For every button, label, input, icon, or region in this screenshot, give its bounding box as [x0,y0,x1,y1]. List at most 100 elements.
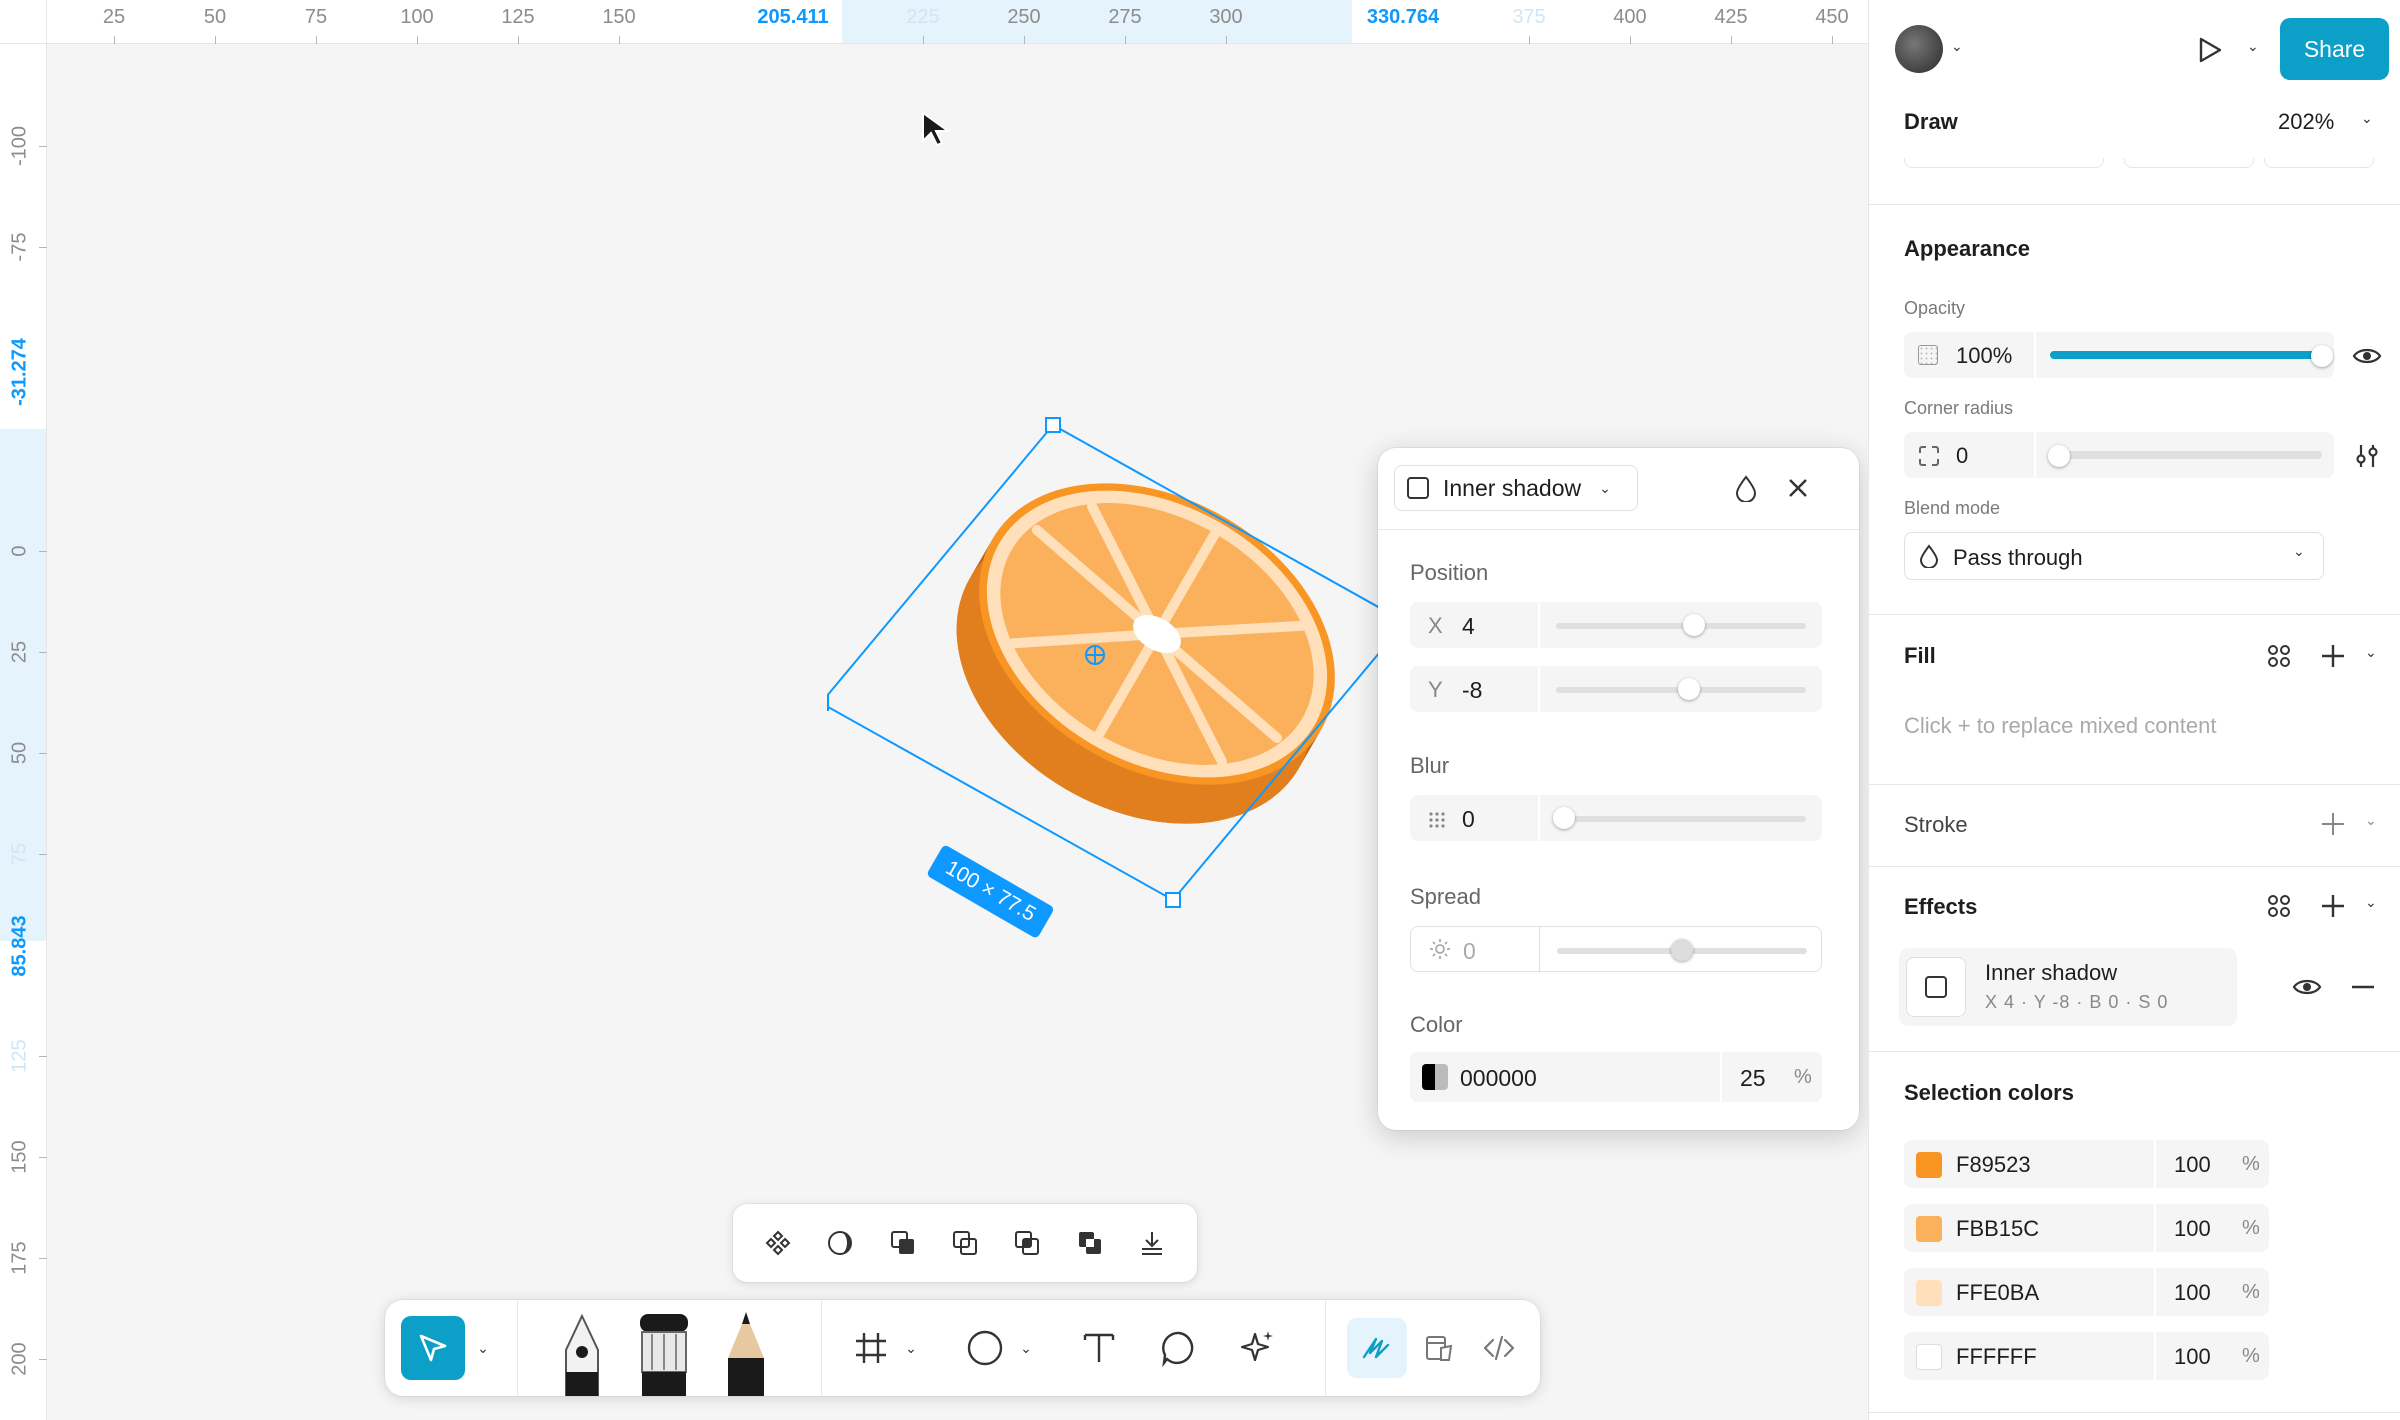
resize-handle-bottom[interactable] [1165,892,1181,908]
comment-tool-button[interactable] [1153,1322,1205,1374]
draw-mode-button[interactable] [1347,1318,1407,1378]
opacity-field[interactable]: 100% [1904,332,2334,378]
opacity-slider-track[interactable] [2050,351,2322,359]
flatten-button[interactable] [1129,1220,1175,1266]
chevron-down-icon[interactable]: ⌄ [899,1336,923,1360]
ruler-tick-label: 125 [8,1039,31,1073]
opacity-slider-knob[interactable] [2311,345,2333,367]
intersect-button[interactable] [1004,1220,1050,1266]
color-swatch[interactable] [1422,1064,1448,1090]
add-effect-button[interactable] [2315,888,2351,924]
color-hex-value[interactable]: FFFFFF [1956,1344,2037,1370]
create-component-button[interactable] [755,1220,801,1266]
present-play-button[interactable] [2189,30,2229,70]
selection-bounding-box[interactable] [827,410,1447,1010]
corner-radius-value[interactable]: 0 [1956,443,1968,469]
color-hex-value[interactable]: F89523 [1956,1152,2031,1178]
frame-tool-button[interactable] [847,1324,895,1372]
remove-effect-button[interactable] [2345,969,2381,1005]
shadow-color-field[interactable]: 000000 25 % [1410,1052,1822,1102]
effect-settings-button[interactable] [1906,957,1966,1017]
avatar[interactable] [1895,25,1943,73]
y-value[interactable]: -8 [1462,677,1482,704]
chevron-down-icon[interactable]: ⌄ [2365,894,2377,911]
blur-field[interactable]: 0 [1410,795,1822,841]
color-swatch[interactable] [1916,1280,1942,1306]
x-slider-knob[interactable] [1682,614,1705,636]
sliders-icon [2356,445,2378,467]
corner-radius-slider-track[interactable] [2050,451,2322,459]
y-slider-knob[interactable] [1677,678,1700,700]
effect-type-label: Inner shadow [1443,474,1582,501]
opacity-value[interactable]: 100% [1956,343,2012,369]
color-opacity-value[interactable]: 100 [2174,1344,2211,1370]
color-swatch[interactable] [1916,1216,1942,1242]
spread-value[interactable]: 0 [1463,938,1476,965]
color-hex-value[interactable]: FFE0BA [1956,1280,2039,1306]
exclude-icon [1078,1232,1101,1254]
exclude-button[interactable] [1067,1220,1113,1266]
chevron-down-icon[interactable]: ⌄ [2361,110,2373,127]
spread-slider-knob[interactable] [1671,939,1693,961]
blur-value[interactable]: 0 [1462,806,1475,833]
selection-color-row[interactable]: F89523 100 % [1904,1140,2269,1188]
ruler-tick-label: 175 [8,1241,31,1275]
fill-styles-button[interactable] [2261,638,2297,674]
color-opacity-value[interactable]: 100 [2174,1280,2211,1306]
add-fill-button[interactable] [2315,638,2351,674]
selection-color-row[interactable]: FFFFFF 100 % [1904,1332,2269,1380]
spread-field[interactable]: 0 [1410,926,1822,973]
color-opacity-value[interactable]: 100 [2174,1152,2211,1178]
corner-radius-field[interactable]: 0 [1904,432,2334,478]
x-value[interactable]: 4 [1462,613,1475,640]
x-offset-field[interactable]: X 4 [1410,602,1822,648]
mask-button[interactable] [817,1220,863,1266]
pencil-tool-button[interactable] [715,1310,777,1396]
blend-mode-dropdown[interactable]: Pass through ⌄ [1904,532,2324,580]
zoom-level[interactable]: 202% [2278,109,2334,135]
text-tool-button[interactable] [1073,1322,1125,1374]
chevron-down-icon[interactable]: ⌄ [1014,1336,1038,1360]
ai-actions-button[interactable] [1231,1322,1283,1374]
chevron-down-icon[interactable]: ⌄ [1951,38,1963,55]
brush-tool-button[interactable] [633,1310,695,1396]
corner-radius-slider-knob[interactable] [2048,445,2070,467]
effect-visibility-toggle[interactable] [2289,969,2325,1005]
blend-mode-drop-icon[interactable] [1728,470,1764,506]
independent-corners-button[interactable] [2349,438,2385,474]
x-slider-track[interactable] [1556,623,1806,629]
dev-mode-button[interactable] [1473,1322,1525,1374]
color-swatch[interactable] [1916,1152,1942,1178]
design-mode-button[interactable] [1413,1322,1465,1374]
add-stroke-button[interactable] [2315,806,2351,842]
close-icon[interactable] [1780,470,1816,506]
effect-item-inner-shadow[interactable]: Inner shadow X 4 · Y -8 · B 0 · S 0 [1899,948,2237,1026]
ruler-tick-label: 25 [102,6,126,28]
rotation-center-icon[interactable] [1085,645,1105,665]
effect-styles-button[interactable] [2261,888,2297,924]
color-swatch[interactable] [1916,1344,1942,1370]
share-button[interactable]: Share [2280,18,2389,80]
y-offset-field[interactable]: Y -8 [1410,666,1822,712]
chevron-down-icon[interactable]: ⌄ [2365,644,2377,661]
move-tool-button[interactable] [401,1316,465,1380]
resize-handle-top[interactable] [1045,417,1061,433]
ellipse-tool-button[interactable] [959,1322,1011,1374]
chevron-down-icon[interactable]: ⌄ [2247,38,2259,55]
chevron-down-icon[interactable]: ⌄ [471,1336,495,1360]
pen-tool-button[interactable] [551,1312,613,1396]
color-hex-value[interactable]: FBB15C [1956,1216,2039,1242]
selection-color-row[interactable]: FFE0BA 100 % [1904,1268,2269,1316]
blur-slider-track[interactable] [1556,816,1806,822]
color-hex-value[interactable]: 000000 [1460,1065,1537,1092]
subtract-button[interactable] [942,1220,988,1266]
blur-slider-knob[interactable] [1552,807,1575,829]
color-opacity-value[interactable]: 25 [1740,1065,1766,1092]
chevron-down-icon[interactable]: ⌄ [2365,812,2377,829]
resize-handle-left[interactable] [827,695,829,711]
visibility-toggle[interactable] [2349,338,2385,374]
effect-type-dropdown[interactable]: Inner shadow ⌄ [1394,465,1638,511]
union-button[interactable] [880,1220,926,1266]
color-opacity-value[interactable]: 100 [2174,1216,2211,1242]
selection-color-row[interactable]: FBB15C 100 % [1904,1204,2269,1252]
